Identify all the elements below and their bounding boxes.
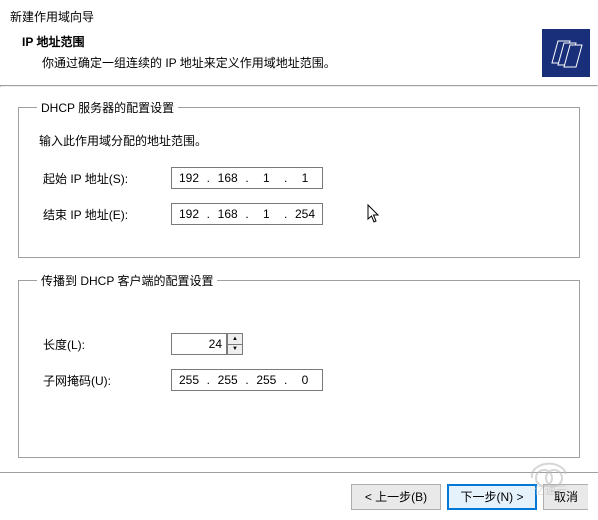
length-spin-up[interactable]: ▲ xyxy=(227,333,243,344)
mask-octet-1[interactable] xyxy=(174,373,204,387)
start-ip-octet-2[interactable] xyxy=(213,171,243,185)
end-ip-octet-1[interactable] xyxy=(174,207,204,221)
mask-octet-3[interactable] xyxy=(251,373,281,387)
mask-octet-2[interactable] xyxy=(213,373,243,387)
next-button[interactable]: 下一步(N) > xyxy=(447,484,537,510)
end-ip-label: 结束 IP 地址(E): xyxy=(43,206,171,223)
length-input[interactable] xyxy=(171,333,227,355)
end-ip-octet-4[interactable] xyxy=(290,207,320,221)
group-client-legend: 传播到 DHCP 客户端的配置设置 xyxy=(37,272,217,289)
wizard-header: IP 地址范围 你通过确定一组连续的 IP 地址来定义作用域地址范围。 xyxy=(0,29,598,85)
end-ip-input[interactable]: . . . xyxy=(171,203,323,225)
start-ip-input[interactable]: . . . xyxy=(171,167,323,189)
cancel-button[interactable]: 取消 xyxy=(543,484,588,510)
wizard-icon xyxy=(542,29,590,77)
dialog-title: 新建作用域向导 xyxy=(0,0,598,29)
group-client-settings: 传播到 DHCP 客户端的配置设置 长度(L): ▲ ▼ 子网掩码(U): . … xyxy=(18,272,580,458)
header-subtitle: 你通过确定一组连续的 IP 地址来定义作用域地址范围。 xyxy=(14,54,542,71)
mask-octet-4[interactable] xyxy=(290,373,320,387)
mask-input[interactable]: . . . xyxy=(171,369,323,391)
length-label: 长度(L): xyxy=(43,336,171,353)
back-button[interactable]: < 上一步(B) xyxy=(351,484,441,510)
mask-label: 子网掩码(U): xyxy=(43,372,171,389)
server-instruction: 输入此作用域分配的地址范围。 xyxy=(39,132,561,149)
end-ip-octet-2[interactable] xyxy=(213,207,243,221)
length-spin-down[interactable]: ▼ xyxy=(227,344,243,356)
end-ip-octet-3[interactable] xyxy=(251,207,281,221)
group-server-legend: DHCP 服务器的配置设置 xyxy=(37,99,178,116)
header-heading: IP 地址范围 xyxy=(14,33,542,50)
button-bar: < 上一步(B) 下一步(N) > 取消 xyxy=(0,472,598,520)
length-spinner[interactable]: ▲ ▼ xyxy=(171,333,243,355)
group-server-settings: DHCP 服务器的配置设置 输入此作用域分配的地址范围。 起始 IP 地址(S)… xyxy=(18,99,580,258)
start-ip-octet-1[interactable] xyxy=(174,171,204,185)
start-ip-octet-4[interactable] xyxy=(290,171,320,185)
start-ip-label: 起始 IP 地址(S): xyxy=(43,170,171,187)
start-ip-octet-3[interactable] xyxy=(251,171,281,185)
